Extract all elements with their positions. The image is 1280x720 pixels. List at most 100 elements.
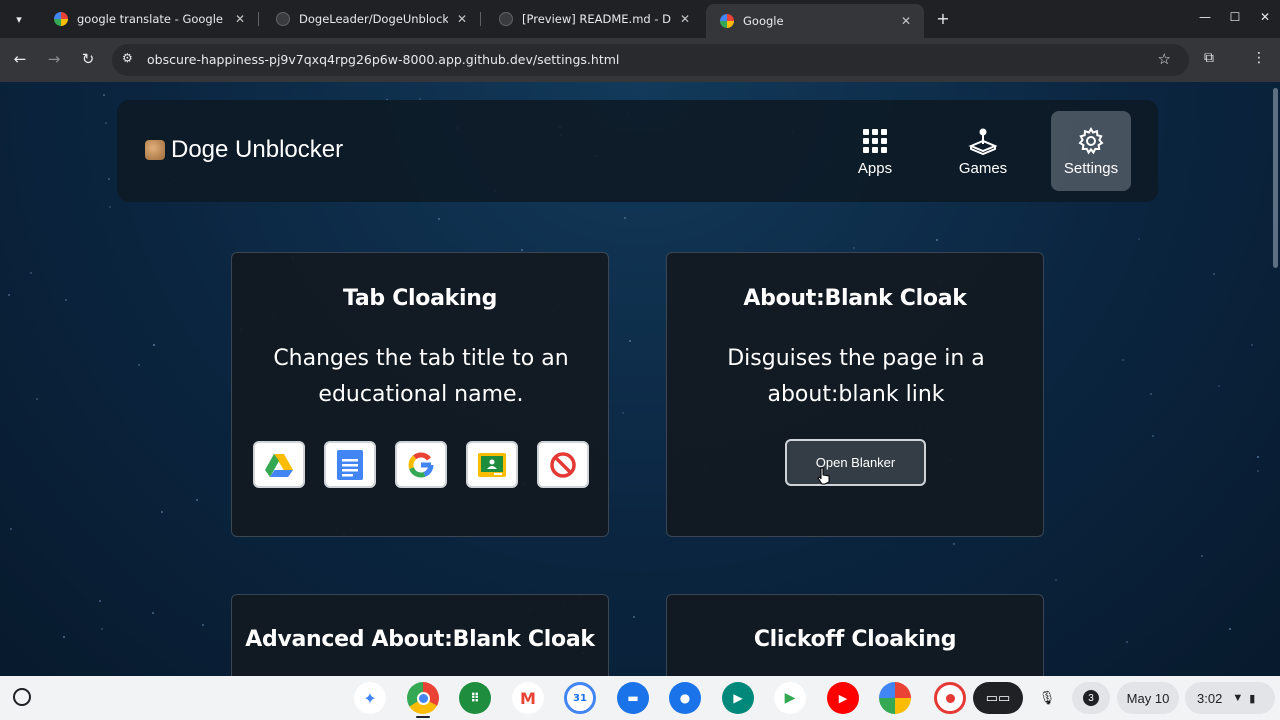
apps-icon[interactable]: ⠿ <box>459 682 491 714</box>
page-scrollbar[interactable] <box>1273 88 1278 268</box>
star-dot <box>138 364 140 366</box>
star-dot <box>109 206 111 208</box>
new-tab-button[interactable]: + <box>934 9 952 28</box>
nav-label: Settings <box>1063 159 1119 177</box>
site-info-icon[interactable]: ⚙ <box>122 51 133 65</box>
screen-recorder-icon[interactable] <box>934 682 966 714</box>
cloak-google-docs-button[interactable] <box>324 441 376 488</box>
about-blank-card: About:Blank Cloak Disguises the page in … <box>666 252 1044 537</box>
window-close-icon[interactable]: ✕ <box>1257 10 1273 24</box>
maximize-icon[interactable]: ☐ <box>1227 10 1243 24</box>
bookmark-star-icon[interactable]: ☆ <box>1158 50 1171 68</box>
star-dot <box>1138 238 1140 240</box>
star-dot <box>1251 344 1253 346</box>
star-dot <box>99 600 101 602</box>
card-title: About:Blank Cloak <box>743 286 967 311</box>
chrome-icon[interactable] <box>407 682 439 714</box>
star-dot <box>1201 555 1203 557</box>
github-icon <box>499 12 513 26</box>
browser-tab-google-translate[interactable]: google translate - Google Search ✕ <box>40 4 258 34</box>
extensions-icon[interactable]: ⧉ <box>1199 50 1219 66</box>
microphone-icon[interactable]: 🎙 <box>1033 682 1061 714</box>
close-icon[interactable]: ✕ <box>898 14 914 28</box>
gemini-icon[interactable]: ✦ <box>354 682 386 714</box>
star-dot <box>624 217 626 219</box>
google-icon <box>408 452 434 477</box>
forward-arrow-icon[interactable]: → <box>44 50 64 68</box>
status-tray[interactable]: 3:02 ▼ ▮ <box>1185 682 1275 714</box>
calendar-icon[interactable]: 31 <box>564 682 596 714</box>
open-blanker-button[interactable]: Open Blanker <box>785 439 926 486</box>
star-dot <box>1126 641 1128 643</box>
page-viewport: Doge Unblocker Apps Games Settings Tab C… <box>0 82 1280 676</box>
star-dot <box>161 511 163 513</box>
close-icon[interactable]: ✕ <box>677 12 693 26</box>
star-dot <box>153 344 155 346</box>
star-dot <box>103 94 105 96</box>
tab-title: DogeLeader/DogeUnblocker-v4 <box>299 12 448 26</box>
card-title: Clickoff Cloaking <box>753 627 957 652</box>
close-icon[interactable]: ✕ <box>232 12 248 26</box>
cloak-reset-button[interactable] <box>537 441 589 488</box>
meet-icon[interactable]: ▶ <box>722 682 754 714</box>
url-text[interactable]: obscure-happiness-pj9v7qxq4rpg26p6w-8000… <box>147 52 619 67</box>
star-dot <box>8 294 10 296</box>
star-dot <box>1213 273 1215 275</box>
card-title: Tab Cloaking <box>342 286 498 311</box>
star-dot <box>1257 470 1259 472</box>
window-icon[interactable]: ▭▭ <box>973 682 1023 714</box>
notification-badge[interactable]: 3 <box>1072 682 1110 714</box>
nav-games[interactable]: Games <box>943 111 1023 191</box>
wifi-icon: ▼ <box>1232 692 1244 704</box>
nav-label: Games <box>958 159 1008 177</box>
minimize-icon[interactable]: — <box>1197 10 1213 24</box>
star-dot <box>65 299 67 301</box>
brand[interactable]: Doge Unblocker <box>145 136 343 164</box>
browser-tab-readme-preview[interactable]: [Preview] README.md - DogeUnblocker ✕ <box>485 4 703 34</box>
nav-apps[interactable]: Apps <box>835 111 915 191</box>
os-shelf: ✦ ⠿ M 31 ▬ ● ▶ ▶ ▶ ▭▭ 🎙 3 May 10 3:02 ▼ … <box>0 676 1280 720</box>
browser-tab-doge-repo[interactable]: DogeLeader/DogeUnblocker-v4 ✕ <box>262 4 480 34</box>
apps-grid-icon <box>863 126 887 156</box>
cloak-google-classroom-button[interactable] <box>466 441 518 488</box>
notification-count: 3 <box>1083 690 1099 706</box>
youtube-icon[interactable]: ▶ <box>827 682 859 714</box>
tab-search-button[interactable]: ▾ <box>8 8 30 30</box>
github-icon <box>276 12 290 26</box>
star-dot <box>1150 393 1152 395</box>
tab-divider <box>480 12 481 26</box>
star-dot <box>1122 359 1124 361</box>
back-arrow-icon[interactable]: ← <box>10 50 30 68</box>
cloak-google-button[interactable] <box>395 441 447 488</box>
star-dot <box>101 628 103 630</box>
reload-icon[interactable]: ↻ <box>78 50 98 68</box>
star-dot <box>1218 385 1220 387</box>
nav-settings[interactable]: Settings <box>1051 111 1131 191</box>
star-dot <box>936 239 938 241</box>
gmail-icon[interactable]: M <box>512 682 544 714</box>
play-store-icon[interactable]: ▶ <box>774 682 806 714</box>
tab-title: Google <box>743 14 784 28</box>
photos-icon[interactable] <box>879 682 911 714</box>
card-title: Advanced About:Blank Cloak <box>245 627 595 652</box>
star-dot <box>202 624 204 626</box>
tab-divider <box>258 12 259 26</box>
messages-icon[interactable]: ● <box>669 682 701 714</box>
star-dot <box>30 272 32 274</box>
address-bar[interactable]: ⚙ obscure-happiness-pj9v7qxq4rpg26p6w-80… <box>112 44 1189 76</box>
site-title: Doge Unblocker <box>171 136 344 163</box>
date-tray[interactable]: May 10 <box>1117 682 1179 714</box>
cloak-option-row <box>253 441 589 489</box>
gear-icon <box>1077 126 1105 156</box>
google-icon <box>54 12 68 26</box>
close-icon[interactable]: ✕ <box>454 12 470 26</box>
star-dot <box>622 412 624 414</box>
star-dot <box>63 636 65 638</box>
files-icon[interactable]: ▬ <box>617 682 649 714</box>
nav-label: Apps <box>857 159 893 177</box>
browser-toolbar: ← → ↻ ⚙ obscure-happiness-pj9v7qxq4rpg26… <box>0 38 1280 82</box>
launcher-icon[interactable] <box>13 688 31 706</box>
browser-tab-google[interactable]: Google ✕ <box>706 4 924 38</box>
more-menu-icon[interactable]: ⋮ <box>1249 50 1269 66</box>
cloak-google-drive-button[interactable] <box>253 441 305 488</box>
